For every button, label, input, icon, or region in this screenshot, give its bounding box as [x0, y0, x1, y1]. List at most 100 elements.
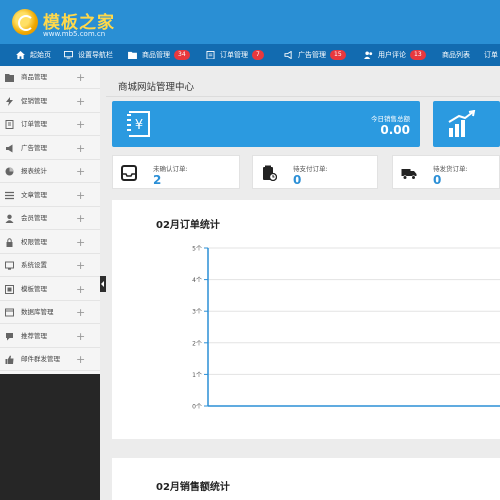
expand-icon[interactable]: +: [76, 66, 85, 89]
nav-label: 订单管理: [220, 51, 248, 59]
expand-icon[interactable]: +: [76, 184, 85, 207]
y-tick-label: 5个: [192, 246, 202, 253]
sidebar-item[interactable]: 商品管理 +: [0, 66, 100, 89]
nav-label: 广告管理: [298, 51, 326, 59]
sidebar-item[interactable]: 邮件群发管理 +: [0, 348, 100, 371]
order-label: 待发货订单:: [433, 165, 468, 173]
y-tick-label: 1个: [192, 372, 202, 379]
expand-icon[interactable]: +: [76, 325, 85, 348]
template-icon: [5, 284, 14, 294]
logo[interactable]: 模板之家 www.mb5.com.cn: [12, 6, 114, 40]
nav-label: 起始页: [30, 51, 51, 59]
sidebar-item-label: 权限管理: [21, 237, 47, 246]
nav-label: 设置导航栏: [78, 51, 113, 59]
nav-item-product-list[interactable]: 商品列表: [442, 44, 470, 66]
megaphone-icon: [6, 144, 13, 152]
clipboard-icon: [206, 51, 215, 59]
nav-item-products[interactable]: 商品管理 34: [128, 44, 190, 66]
expand-icon[interactable]: +: [76, 160, 85, 183]
sidebar-item-label: 数据库管理: [21, 308, 54, 316]
monitor-icon: [64, 51, 73, 59]
sidebar-item[interactable]: 广告管理 +: [0, 137, 100, 160]
sidebar-item[interactable]: 权限管理 +: [0, 231, 100, 254]
y-tick-label: 4个: [192, 277, 202, 284]
stat-value: 0.00: [380, 123, 410, 137]
sidebar-item[interactable]: 文章管理 +: [0, 184, 100, 207]
sidebar-item[interactable]: 模板管理 +: [0, 278, 100, 301]
y-tick-label: 3个: [192, 309, 202, 316]
thumb-icon: [5, 355, 14, 364]
sidebar-item-label: 推荐管理: [21, 331, 47, 340]
logo-subtitle: www.mb5.com.cn: [43, 30, 106, 38]
database-icon: [5, 308, 14, 317]
nav-item-orders[interactable]: 订单管理 7: [206, 44, 264, 66]
sidebar-item-label: 报表统计: [21, 167, 47, 175]
sidebar-item-label: 模板管理: [21, 284, 47, 293]
expand-icon[interactable]: +: [76, 231, 85, 254]
doc-icon: [5, 120, 14, 129]
expand-icon[interactable]: +: [76, 278, 85, 301]
sidebar-item-label: 文章管理: [21, 190, 47, 199]
sidebar-item-label: 订单管理: [21, 120, 47, 128]
order-box-unshipped[interactable]: 待发货订单: 0: [392, 155, 500, 189]
badge: 34: [174, 50, 190, 60]
sidebar-item[interactable]: 推荐管理 +: [0, 325, 100, 348]
expand-icon[interactable]: +: [76, 90, 85, 113]
user-icon: [5, 214, 14, 223]
settings-icon: [5, 261, 14, 270]
expand-icon[interactable]: +: [76, 301, 85, 324]
payment-icon: [263, 165, 277, 181]
nav-item-order-list[interactable]: 订单: [484, 44, 498, 66]
users-icon: [364, 51, 373, 59]
svg-text:¥: ¥: [135, 118, 143, 133]
expand-icon[interactable]: +: [76, 207, 85, 230]
nav-item-home[interactable]: 起始页: [16, 44, 51, 66]
sales-chart-title: 02月销售额统计: [156, 482, 230, 493]
nav-item-ads[interactable]: 广告管理 15: [284, 44, 346, 66]
title-divider: [106, 96, 500, 97]
nav-item-comments[interactable]: 用户评论 13: [364, 44, 426, 66]
order-label: 未确认订单:: [153, 165, 188, 173]
sidebar-item-label: 促销管理: [21, 96, 47, 105]
sidebar-item-label: 广告管理: [21, 143, 47, 152]
sidebar-item[interactable]: 报表统计 +: [0, 160, 100, 183]
folder-icon: [5, 74, 14, 82]
main-content: 商城网站管理中心 ¥ 今日销售总额 0.00 未确认订单: 2 待支付订单: 0: [106, 66, 500, 500]
sales-chart-panel: 02月销售额统计: [112, 458, 500, 500]
list-icon: [5, 191, 14, 199]
chart-icon: [5, 167, 14, 176]
sidebar-menu: 商品管理 + 促销管理 + 订单管理 + 广告管理 + 报表统计 + 文章管理 + 会员管理 + 权限管理 +…: [0, 66, 100, 374]
expand-icon[interactable]: +: [76, 348, 85, 371]
nav-label: 订单: [484, 51, 498, 59]
sidebar-item[interactable]: 数据库管理 +: [0, 301, 100, 324]
sidebar-item[interactable]: 会员管理 +: [0, 207, 100, 230]
money-icon: ¥: [127, 111, 150, 137]
sidebar-item[interactable]: 系统设置 +: [0, 254, 100, 277]
truck-icon: [401, 169, 417, 180]
sidebar-item[interactable]: 订单管理 +: [0, 113, 100, 136]
order-chart: 0个 1个 2个 3个 4个 5个: [192, 246, 500, 411]
sidebar-item[interactable]: 促销管理 +: [0, 90, 100, 113]
header: 模板之家 www.mb5.com.cn: [0, 0, 500, 44]
expand-icon[interactable]: +: [76, 254, 85, 277]
order-box-unconfirmed[interactable]: 未确认订单: 2: [112, 155, 240, 189]
sidebar-item-label: 商品管理: [21, 73, 47, 81]
top-nav: 起始页 设置导航栏 商品管理 34 订单管理 7 广告管理 15 用户评论 13…: [0, 44, 500, 66]
sidebar-item-label: 邮件群发管理: [21, 355, 60, 363]
expand-icon[interactable]: +: [76, 137, 85, 160]
nav-item-settings[interactable]: 设置导航栏: [64, 44, 113, 66]
lock-icon: [6, 237, 13, 247]
order-box-unpaid[interactable]: 待支付订单: 0: [252, 155, 378, 189]
stat-card-growth: [433, 101, 500, 147]
y-tick-label: 2个: [192, 340, 202, 347]
nav-label: 用户评论: [378, 51, 406, 59]
sidebar: 商品管理 + 促销管理 + 订单管理 + 广告管理 + 报表统计 + 文章管理 + 会员管理 + 权限管理 +…: [0, 66, 100, 500]
flash-icon: [6, 96, 13, 106]
order-count: 0: [293, 173, 302, 187]
page-title: 商城网站管理中心: [118, 82, 195, 93]
folder-icon: [128, 51, 137, 59]
expand-icon[interactable]: +: [76, 113, 85, 136]
megaphone-icon: [284, 51, 292, 59]
stat-label: 今日销售总额: [371, 115, 410, 123]
growth-icon: [448, 110, 476, 137]
